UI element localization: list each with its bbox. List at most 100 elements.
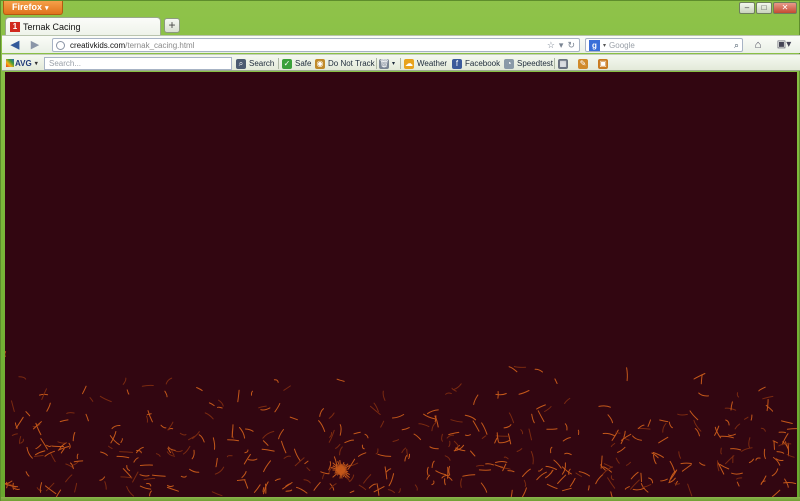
search-bar[interactable]: g ▾ Google ⌕ xyxy=(585,38,743,52)
worm xyxy=(727,433,736,437)
home-button[interactable]: ⌂ xyxy=(751,38,765,52)
worm xyxy=(520,429,524,435)
worm xyxy=(602,466,613,475)
worm xyxy=(736,392,740,398)
worm xyxy=(536,404,546,410)
worm xyxy=(408,453,411,460)
worm xyxy=(111,424,121,430)
worm xyxy=(553,459,562,469)
maximize-button[interactable]: □ xyxy=(756,2,772,14)
worm xyxy=(387,489,395,494)
worm xyxy=(507,433,512,445)
google-icon[interactable]: g xyxy=(589,39,600,51)
back-button[interactable]: ◀ xyxy=(8,38,22,52)
worm xyxy=(377,453,392,457)
note-button[interactable]: ✎ xyxy=(578,57,588,70)
photo-button[interactable]: ▣ xyxy=(598,57,608,70)
worm xyxy=(693,373,706,380)
worm xyxy=(119,451,133,453)
worm xyxy=(783,481,797,485)
avg-logo-button[interactable]: AVG ▾ xyxy=(6,57,38,69)
worm xyxy=(303,479,311,484)
worm xyxy=(149,490,152,497)
worm xyxy=(328,461,332,471)
safe-button[interactable]: ✓ Safe xyxy=(282,57,311,70)
worm xyxy=(382,390,386,401)
worm xyxy=(19,436,22,445)
worm xyxy=(725,419,730,426)
worm xyxy=(786,428,797,430)
worm xyxy=(237,389,240,403)
worm xyxy=(214,466,225,475)
worm xyxy=(538,468,543,472)
search-icon[interactable]: ⌕ xyxy=(734,39,739,51)
worm-farm-canvas[interactable] xyxy=(5,72,797,497)
worm xyxy=(108,445,113,449)
worm xyxy=(336,378,345,382)
url-bar[interactable]: creativkids.com /ternak_cacing.html ☆ ▾ … xyxy=(52,38,580,52)
speedtest-button[interactable]: ◔ Speedtest xyxy=(504,57,553,70)
worm xyxy=(720,435,734,439)
search-button[interactable]: ⌕ Search xyxy=(236,57,274,70)
avg-logo-icon xyxy=(6,59,14,67)
history-dropdown-icon[interactable]: ▾ xyxy=(559,39,564,51)
worm xyxy=(431,480,435,486)
reload-icon[interactable]: ↻ xyxy=(567,39,575,51)
worm xyxy=(361,444,365,450)
worm xyxy=(46,444,51,447)
worm xyxy=(507,470,515,473)
new-tab-button[interactable]: + xyxy=(164,18,180,33)
worm xyxy=(76,453,79,459)
worm xyxy=(375,448,379,455)
worm xyxy=(66,412,75,414)
avg-search-input[interactable]: Search... xyxy=(44,57,232,70)
bookmark-star-icon[interactable]: ☆ xyxy=(547,39,555,51)
worm xyxy=(776,451,785,454)
firefox-menu-button[interactable]: Firefox ▾ xyxy=(3,1,63,15)
worm xyxy=(401,447,407,453)
worm xyxy=(771,468,779,477)
weather-button[interactable]: ☁ Weather xyxy=(404,57,447,70)
do-not-track-button[interactable]: ◉ Do Not Track xyxy=(315,57,375,70)
tab-ternak-cacing[interactable]: 1 Ternak Cacing xyxy=(5,17,161,35)
worm xyxy=(344,439,354,444)
worm xyxy=(496,432,499,443)
worm xyxy=(736,481,740,487)
worm xyxy=(689,410,699,421)
minimize-button[interactable]: – xyxy=(739,2,755,14)
chevron-down-icon[interactable]: ▾ xyxy=(603,42,606,49)
trash-button[interactable]: 🗑 ▾ xyxy=(379,57,395,70)
forward-button[interactable]: ▶ xyxy=(28,38,42,52)
toolbar-separator xyxy=(554,58,555,69)
worm xyxy=(510,489,513,497)
facebook-button[interactable]: f Facebook xyxy=(452,57,500,70)
worm xyxy=(744,416,749,420)
worm xyxy=(25,411,31,417)
worm xyxy=(748,458,754,464)
worm xyxy=(758,386,766,392)
worm xyxy=(607,414,613,424)
worm xyxy=(166,486,179,492)
bookmarks-button[interactable]: ▣▾ xyxy=(772,38,796,52)
worm xyxy=(444,455,451,461)
worm xyxy=(460,478,463,488)
worm xyxy=(167,484,174,488)
worm xyxy=(413,433,422,441)
worm xyxy=(217,406,223,409)
worm xyxy=(630,479,640,490)
worm xyxy=(452,383,462,391)
worm xyxy=(15,416,24,429)
worm xyxy=(445,392,452,395)
close-button[interactable]: ✕ xyxy=(773,2,797,14)
worm xyxy=(73,460,84,463)
worm xyxy=(610,443,616,448)
worm xyxy=(778,431,787,434)
worm xyxy=(731,472,743,475)
page-content[interactable] xyxy=(5,72,797,497)
worm xyxy=(640,472,642,483)
calendar-button[interactable]: ▦ xyxy=(558,57,568,70)
worm xyxy=(384,466,388,480)
worm xyxy=(139,474,150,477)
worm xyxy=(435,470,447,476)
worm xyxy=(763,448,766,460)
